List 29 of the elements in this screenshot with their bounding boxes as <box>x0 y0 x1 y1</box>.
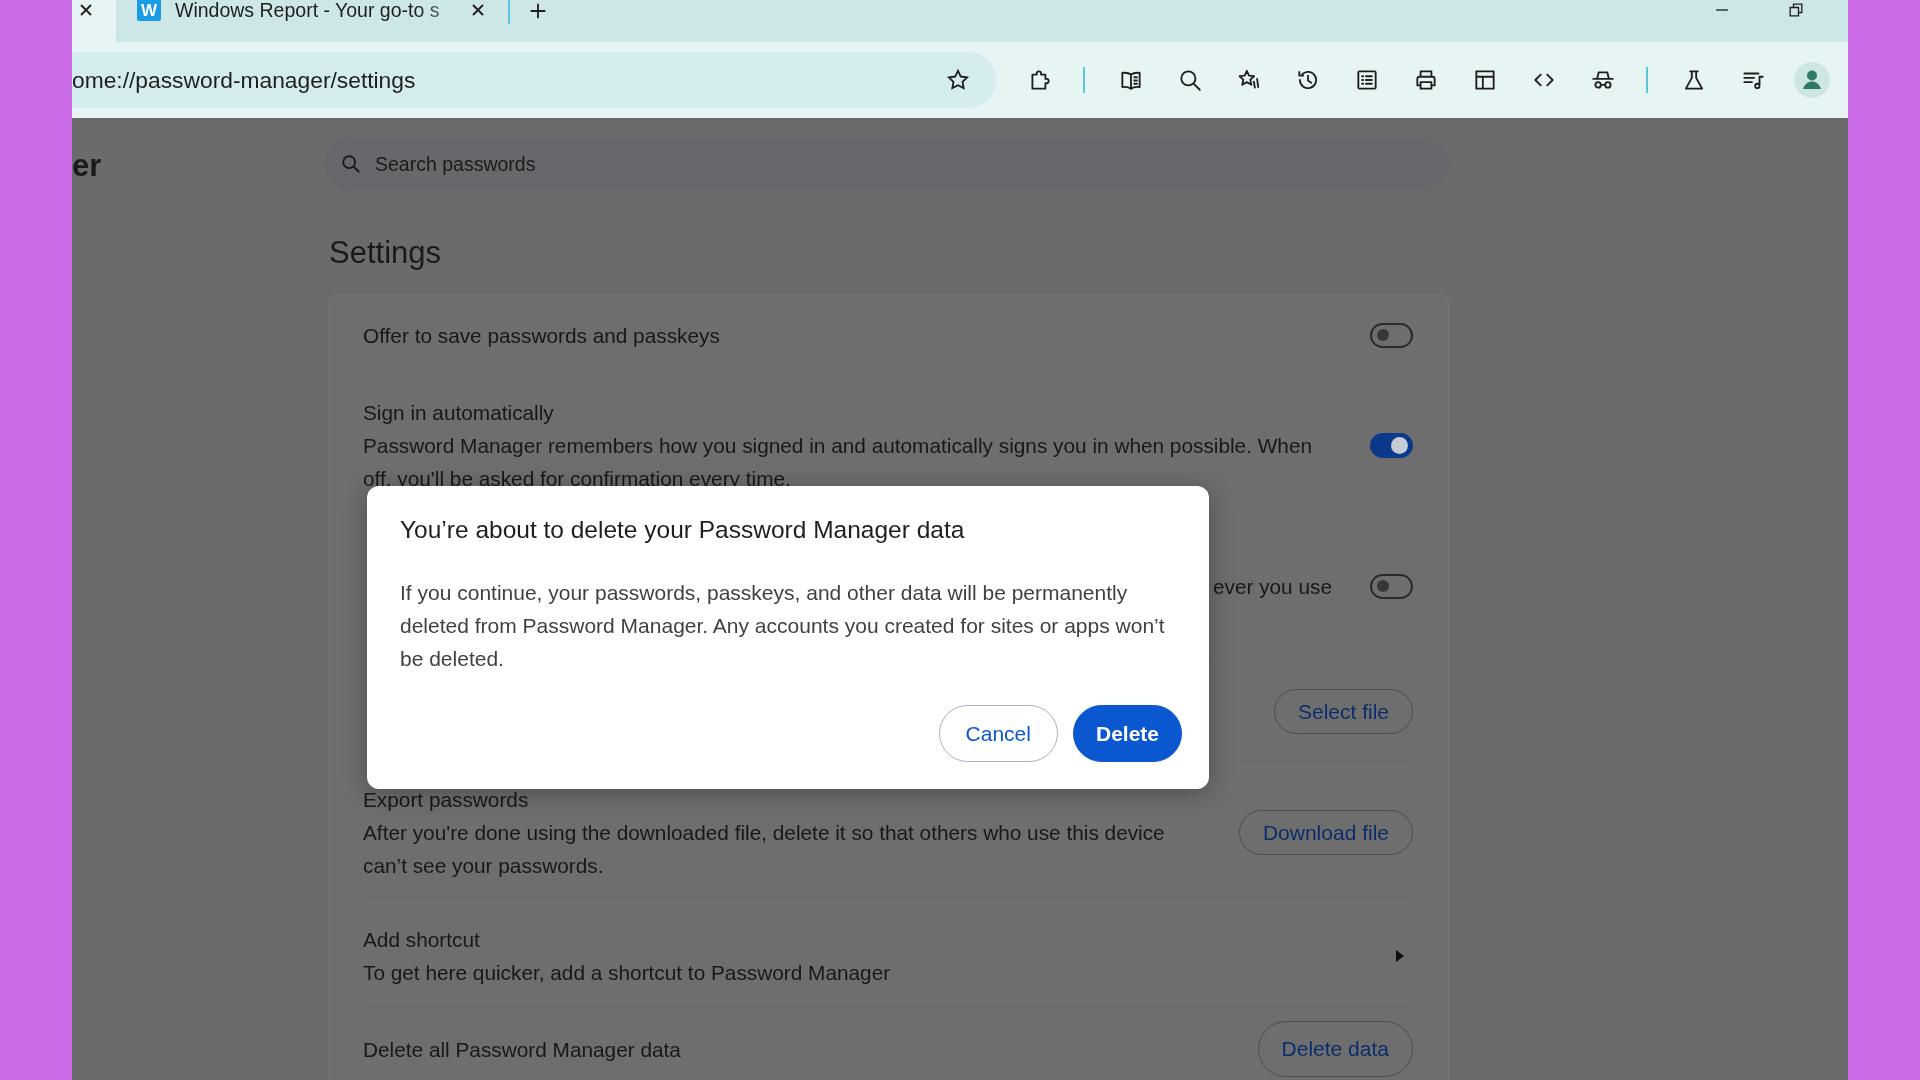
setting-title: Delete all Password Manager data <box>363 1036 682 1063</box>
setting-description: After you're done using the downloaded file, delete it so that others who use this device can’t see your passwords. <box>363 820 1166 879</box>
cancel-button[interactable]: Cancel <box>938 705 1058 762</box>
section-heading: Settings <box>329 235 442 271</box>
delete-button[interactable]: Delete <box>1072 705 1182 762</box>
search-icon[interactable] <box>1177 67 1203 93</box>
setting-description: ever you use <box>1212 573 1332 600</box>
star-icon[interactable] <box>945 67 971 93</box>
layout-icon[interactable] <box>1472 67 1498 93</box>
setting-title: Offer to save passwords and passkeys <box>363 322 721 349</box>
address-field[interactable]: ome://password-manager/settings <box>72 52 996 108</box>
search-icon <box>340 153 362 175</box>
setting-title: Add shortcut <box>363 927 481 953</box>
setting-description: To get here quicker, add a shortcut to Password Manager <box>363 960 892 986</box>
printer-icon[interactable] <box>1413 67 1439 93</box>
browser-tab[interactable] <box>72 0 116 42</box>
dialog-title: You’re about to delete your Password Manager data <box>400 515 966 545</box>
avatar-icon[interactable] <box>1794 62 1830 98</box>
setting-title: Sign in automatically <box>363 400 555 426</box>
toggle-switch[interactable] <box>1370 573 1413 599</box>
dialog-message: If you continue, your passwords, passkeys, and other data will be permanently deleted from Password Manager. Any accounts you created for sites or apps won’t be deleted. <box>400 580 1166 672</box>
caret-icon[interactable] <box>1395 949 1405 963</box>
page-title: er <box>72 147 103 185</box>
toggle-switch[interactable] <box>1370 322 1413 348</box>
toggle-switch[interactable] <box>1370 433 1413 458</box>
setting-title: Export passwords <box>363 787 530 813</box>
search-field[interactable]: Search passwords <box>324 137 1449 191</box>
site-favicon: W <box>137 0 161 21</box>
list-icon[interactable] <box>1354 67 1380 93</box>
